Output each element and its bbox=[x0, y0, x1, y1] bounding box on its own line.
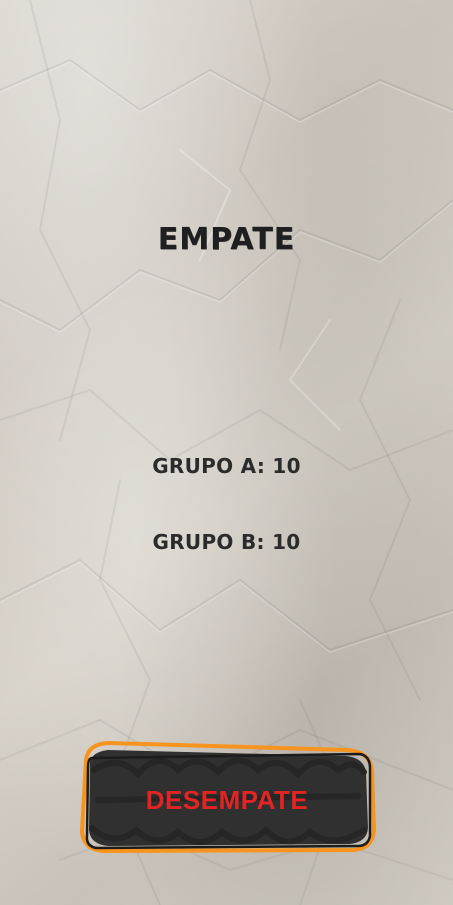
group-a-score: GRUPO A: 10 bbox=[152, 454, 301, 478]
result-title: EMPATE bbox=[157, 222, 296, 257]
group-b-score: GRUPO B: 10 bbox=[152, 530, 301, 554]
tie-result-screen: EMPATE GRUPO A: 10 GRUPO B: 10 DESEMPATE bbox=[0, 0, 453, 905]
tiebreak-button-label: DESEMPATE bbox=[145, 785, 309, 815]
tiebreak-button[interactable]: DESEMPATE bbox=[78, 740, 376, 855]
